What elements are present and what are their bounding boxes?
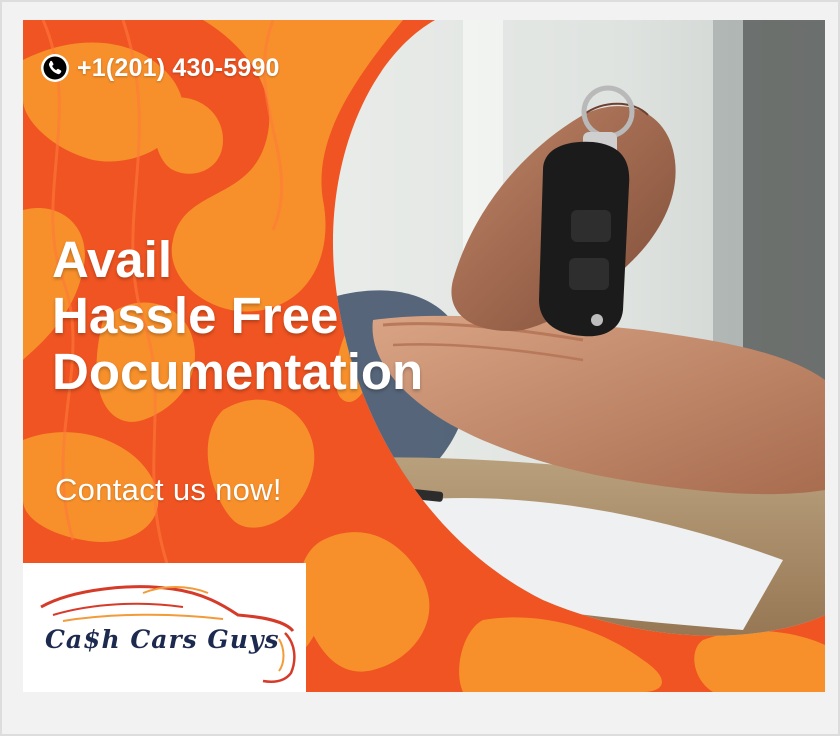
headline-line-3: Documentation <box>52 343 424 400</box>
headline-line-1: Avail <box>52 231 173 288</box>
page-frame: +1(201) 430-5990 Avail Hassle Free Docum… <box>0 0 840 736</box>
promo-banner: +1(201) 430-5990 Avail Hassle Free Docum… <box>23 20 825 692</box>
logo-text: Ca$h Cars Guys <box>45 625 280 654</box>
headline-line-2: Hassle Free <box>52 287 339 344</box>
headline: Avail Hassle Free Documentation <box>52 232 423 400</box>
phone-icon <box>41 54 69 82</box>
phone-contact[interactable]: +1(201) 430-5990 <box>39 52 280 84</box>
logo: Ca$h Cars Guys <box>23 563 306 692</box>
phone-number[interactable]: +1(201) 430-5990 <box>77 54 280 83</box>
cta-text: Contact us now! <box>55 472 282 507</box>
